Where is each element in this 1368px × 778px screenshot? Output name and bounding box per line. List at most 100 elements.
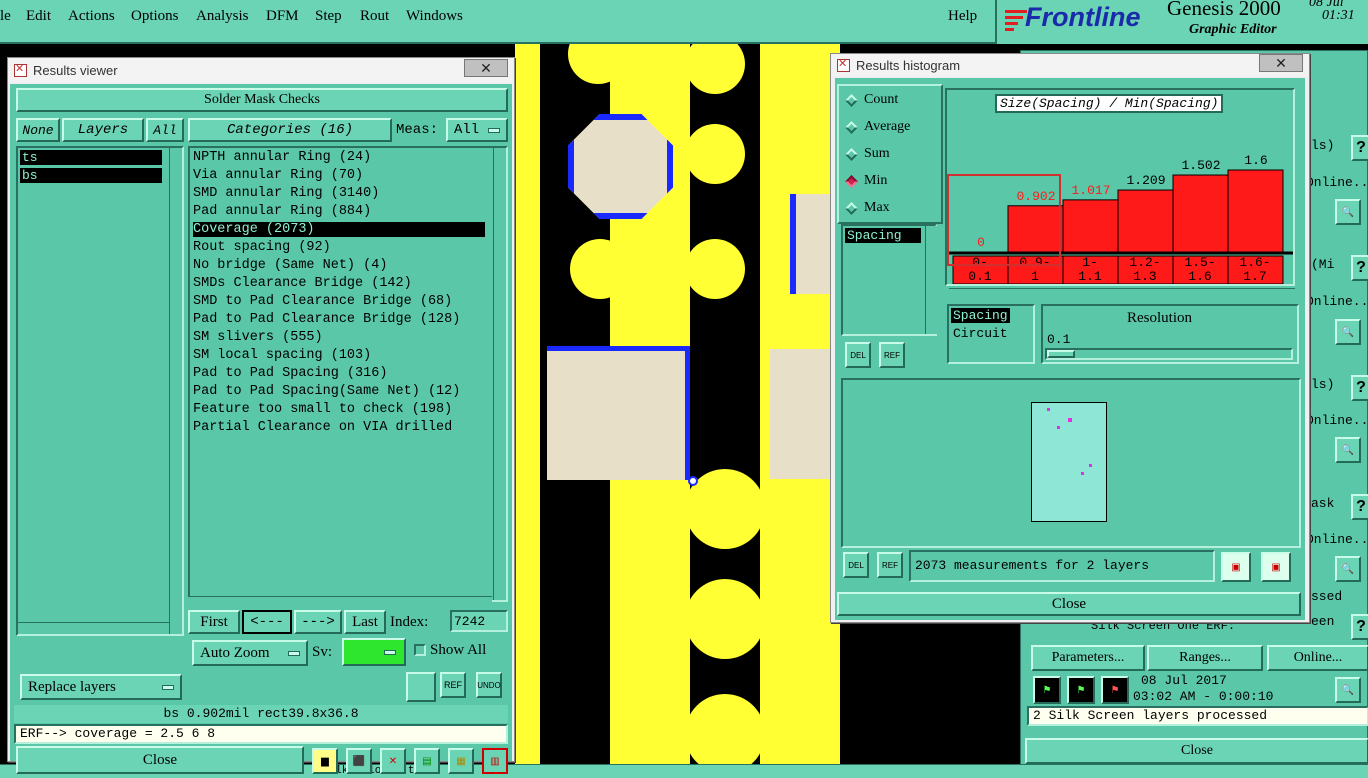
zoom-icon[interactable]: 🔍 [1335, 677, 1361, 703]
menu-windows[interactable]: Windows [406, 8, 463, 25]
zoom-icon[interactable]: 🔍 [1335, 319, 1361, 345]
measure-list[interactable]: Spacing [841, 224, 938, 336]
measure-scrollbar[interactable] [925, 226, 938, 334]
histogram-bar[interactable] [1062, 199, 1119, 253]
histogram-bar[interactable] [1117, 189, 1174, 253]
menu-options[interactable]: Options [131, 8, 179, 25]
ref-button[interactable]: REF [879, 342, 905, 368]
categories-scrollbar[interactable] [493, 148, 506, 600]
category-item[interactable]: Rout spacing (92) [193, 240, 331, 255]
category-item[interactable]: SM slivers (555) [193, 330, 323, 345]
category-item[interactable]: Pad to Pad Spacing (316) [193, 366, 387, 381]
zoom-icon[interactable]: 🔍 [1335, 437, 1361, 463]
erf-disable-icon[interactable]: ✕ [380, 748, 406, 774]
menu-dfm[interactable]: DFM [266, 8, 299, 25]
mode-option-count[interactable]: Count [841, 92, 898, 108]
last-button[interactable]: Last [344, 610, 386, 634]
histogram-hscrollbar[interactable] [949, 288, 1295, 300]
undo-button[interactable]: UNDO [476, 672, 502, 698]
prev-button[interactable]: <--- [242, 610, 292, 634]
auto-zoom-dropdown[interactable]: Auto Zoom [192, 640, 308, 666]
index-input[interactable] [450, 610, 508, 632]
online-button[interactable]: Online... [1267, 645, 1368, 671]
layers-hscrollbar[interactable] [18, 622, 169, 634]
menu-edit[interactable]: Edit [26, 8, 51, 25]
category-item[interactable]: SMD annular Ring (3140) [193, 186, 379, 201]
histogram-bar[interactable] [1227, 169, 1284, 253]
help-icon[interactable]: ? [1351, 494, 1368, 520]
del-button[interactable]: DEL [843, 552, 869, 578]
right-online-label[interactable]: Online... [1306, 175, 1368, 190]
first-button[interactable]: First [188, 610, 240, 634]
category-item[interactable]: Pad to Pad Clearance Bridge (128) [193, 312, 460, 327]
category-item[interactable]: Partial Clearance on VIA drilled [193, 420, 452, 435]
mode-option-max[interactable]: Max [841, 200, 890, 216]
type-item-spacing[interactable]: Spacing [951, 308, 1010, 323]
help-icon[interactable]: ? [1351, 135, 1368, 161]
parameters-button[interactable]: Parameters... [1031, 645, 1145, 671]
report-icon[interactable]: ▦ [448, 748, 474, 774]
category-item[interactable]: SM local spacing (103) [193, 348, 371, 363]
categories-list[interactable]: NPTH annular Ring (24) Via annular Ring (… [188, 146, 508, 602]
ranges-button[interactable]: Ranges... [1147, 645, 1263, 671]
menu-file[interactable]: le [0, 8, 11, 25]
results-close-button[interactable]: Close [16, 746, 304, 774]
category-item[interactable]: Via annular Ring (70) [193, 168, 363, 183]
histogram-icon[interactable]: ▥ [482, 748, 508, 774]
category-item[interactable]: Pad to Pad Spacing(Same Net) (12) [193, 384, 460, 399]
right-online-label[interactable]: Online... [1306, 413, 1368, 428]
category-item[interactable]: NPTH annular Ring (24) [193, 150, 371, 165]
category-item[interactable]: Pad annular Ring (884) [193, 204, 371, 219]
category-item[interactable]: SMD to Pad Clearance Bridge (68) [193, 294, 452, 309]
help-icon[interactable]: ? [1351, 614, 1368, 640]
replace-layers-dropdown[interactable]: Replace layers [20, 674, 182, 700]
del-button[interactable]: DEL [845, 342, 871, 368]
resolution-slider[interactable] [1045, 348, 1293, 360]
layers-all-button[interactable]: All [146, 118, 184, 142]
categories-header[interactable]: Categories (16) [188, 118, 392, 142]
menu-analysis[interactable]: Analysis [196, 8, 249, 25]
results-viewer-titlebar[interactable]: Results viewer [8, 58, 514, 82]
layers-scrollbar[interactable] [169, 148, 182, 634]
histogram-bar[interactable] [1172, 174, 1229, 253]
right-online-label[interactable]: Online... [1306, 532, 1368, 547]
category-item[interactable]: Coverage (2073) [193, 222, 485, 237]
meas-dropdown[interactable]: All [446, 118, 508, 142]
export-icon[interactable]: ⬛ [346, 748, 372, 774]
next-button[interactable]: ---> [294, 610, 342, 634]
slider-thumb[interactable] [1047, 350, 1075, 358]
layer-tool-icon[interactable]: ▆ [312, 748, 338, 774]
help-icon[interactable]: ? [1351, 255, 1368, 281]
histogram-close-button[interactable]: Close [837, 592, 1301, 616]
close-icon[interactable]: ✕ [1259, 54, 1303, 72]
type-list[interactable]: Spacing Circuit [947, 304, 1035, 364]
sv-color-dropdown[interactable] [342, 638, 406, 666]
zoom-icon[interactable]: 🔍 [1335, 556, 1361, 582]
category-item[interactable]: No bridge (Same Net) (4) [193, 258, 387, 273]
help-icon[interactable]: ? [1351, 375, 1368, 401]
mode-option-sum[interactable]: Sum [841, 146, 890, 162]
blank-button[interactable] [406, 672, 436, 702]
close-icon[interactable]: ✕ [464, 59, 508, 77]
menu-rout[interactable]: Rout [360, 8, 389, 25]
zoom-icon[interactable]: 🔍 [1335, 199, 1361, 225]
show-all-checkbox[interactable] [414, 644, 426, 656]
right-online-label[interactable]: Online... [1306, 294, 1368, 309]
zoom-out-icon[interactable]: ▣ [1261, 552, 1291, 582]
layers-none-button[interactable]: None [16, 118, 60, 142]
ref-button[interactable]: REF [440, 672, 466, 698]
layer-item-ts[interactable]: ts [20, 150, 162, 165]
measure-item-spacing[interactable]: Spacing [845, 228, 921, 243]
right-close-button[interactable]: Close [1025, 738, 1368, 764]
step-icon[interactable]: ▤ [414, 748, 440, 774]
categories-hscrollbar[interactable] [188, 596, 492, 608]
layer-item-bs[interactable]: bs [20, 168, 162, 183]
layers-list[interactable]: ts bs [16, 146, 184, 636]
board-preview[interactable] [841, 378, 1301, 548]
type-item-circuit[interactable]: Circuit [953, 326, 1008, 341]
run-icon[interactable]: ⚑ [1033, 676, 1061, 704]
layers-button[interactable]: Layers [62, 118, 144, 142]
mode-option-average[interactable]: Average [841, 119, 910, 135]
run-icon[interactable]: ⚑ [1067, 676, 1095, 704]
menu-help[interactable]: Help [948, 8, 977, 25]
